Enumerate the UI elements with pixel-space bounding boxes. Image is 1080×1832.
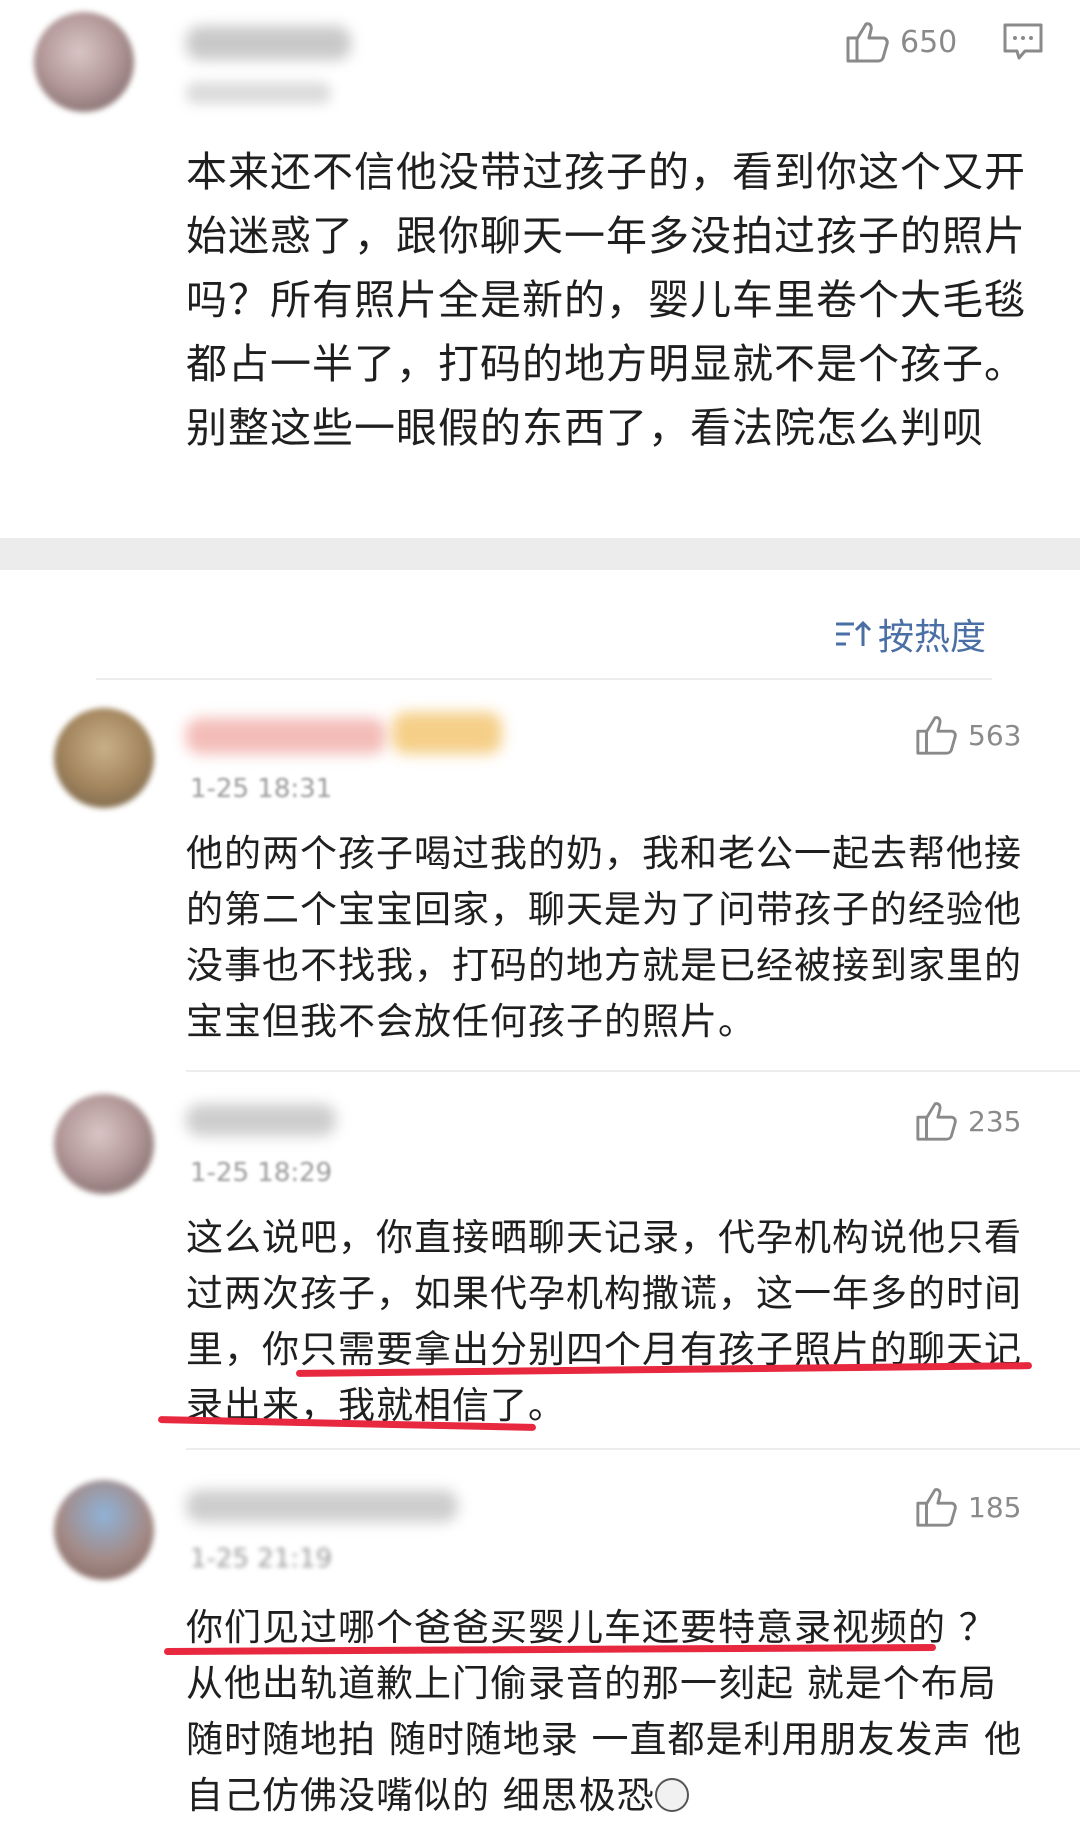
- reply-text: 他的两个孩子喝过我的奶，我和老公一起去帮他接的第二个宝宝回家，聊天是为了问带孩子…: [186, 832, 1022, 1043]
- timestamp-blurred: [186, 82, 331, 104]
- thumbs-up-icon: [916, 716, 957, 755]
- section-separator: [0, 538, 1080, 570]
- username-blurred[interactable]: [186, 718, 386, 754]
- username-blurred[interactable]: [186, 1490, 458, 1522]
- divider: [186, 1070, 1080, 1072]
- reply-text: 这么说吧，你直接晒聊天记录，代孕机构说他只看过两次孩子，如果代孕机构撒谎，这一年…: [186, 1216, 1022, 1427]
- sort-by-hot-button[interactable]: 按热度: [834, 608, 986, 660]
- badge-blurred: [392, 712, 502, 754]
- thumbs-up-icon: [916, 1488, 957, 1527]
- like-button[interactable]: 563: [914, 714, 1021, 756]
- avatar[interactable]: [54, 1094, 154, 1194]
- like-button[interactable]: 235: [914, 1100, 1021, 1142]
- main-comment: 650 本来还不信他没带过孩子的，看到你这个又开始迷惑了，跟你聊天一年多没拍过孩…: [0, 0, 1080, 538]
- like-button[interactable]: 650: [844, 20, 957, 64]
- divider: [186, 1448, 1080, 1450]
- comment-page: 650 本来还不信他没带过孩子的，看到你这个又开始迷惑了，跟你聊天一年多没拍过孩…: [0, 0, 1080, 1832]
- thumbs-up-icon: [916, 1102, 957, 1141]
- reply-time: 1-25 18:29: [190, 1158, 333, 1188]
- avatar[interactable]: [54, 1480, 154, 1580]
- fearful-face-icon: [654, 1778, 689, 1812]
- reply-time: 1-25 18:31: [190, 774, 333, 804]
- username-blurred[interactable]: [186, 1104, 336, 1136]
- avatar[interactable]: [54, 708, 154, 808]
- avatar[interactable]: [34, 12, 134, 112]
- like-button[interactable]: 185: [914, 1486, 1021, 1528]
- like-count: 563: [968, 718, 1022, 752]
- reply-comment-icon[interactable]: [1002, 22, 1044, 62]
- reply-time: 1-25 21:19: [190, 1544, 333, 1574]
- like-count: 185: [968, 1490, 1022, 1524]
- reply-item: 1-25 21:19 185 你们见过哪个爸爸买婴儿车还要特意录视频的 ？从他出…: [0, 1474, 1080, 1832]
- comment-text: 本来还不信他没带过孩子的，看到你这个又开始迷惑了，跟你聊天一年多没拍过孩子的照片…: [186, 148, 1026, 452]
- divider: [96, 678, 992, 680]
- username-blurred[interactable]: [186, 26, 351, 60]
- reply-item: 1-25 18:29 235 这么说吧，你直接晒聊天记录，代孕机构说他只看过两次…: [0, 1088, 1080, 1450]
- reply-item: 1-25 18:31 563 他的两个孩子喝过我的奶，我和老公一起去帮他接的第二…: [0, 700, 1080, 1072]
- reply-text: 你们见过哪个爸爸买婴儿车还要特意录视频的 ？从他出轨道歉上门偷录音的那一刻起 就…: [186, 1600, 1026, 1824]
- sort-label: 按热度: [877, 617, 986, 658]
- sort-icon: [835, 620, 872, 646]
- like-count: 650: [900, 24, 958, 60]
- thumbs-up-icon: [846, 22, 889, 63]
- reply-text-body: 你们见过哪个爸爸买婴儿车还要特意录视频的 ？从他出轨道歉上门偷录音的那一刻起 就…: [186, 1606, 1023, 1817]
- like-count: 235: [968, 1104, 1022, 1138]
